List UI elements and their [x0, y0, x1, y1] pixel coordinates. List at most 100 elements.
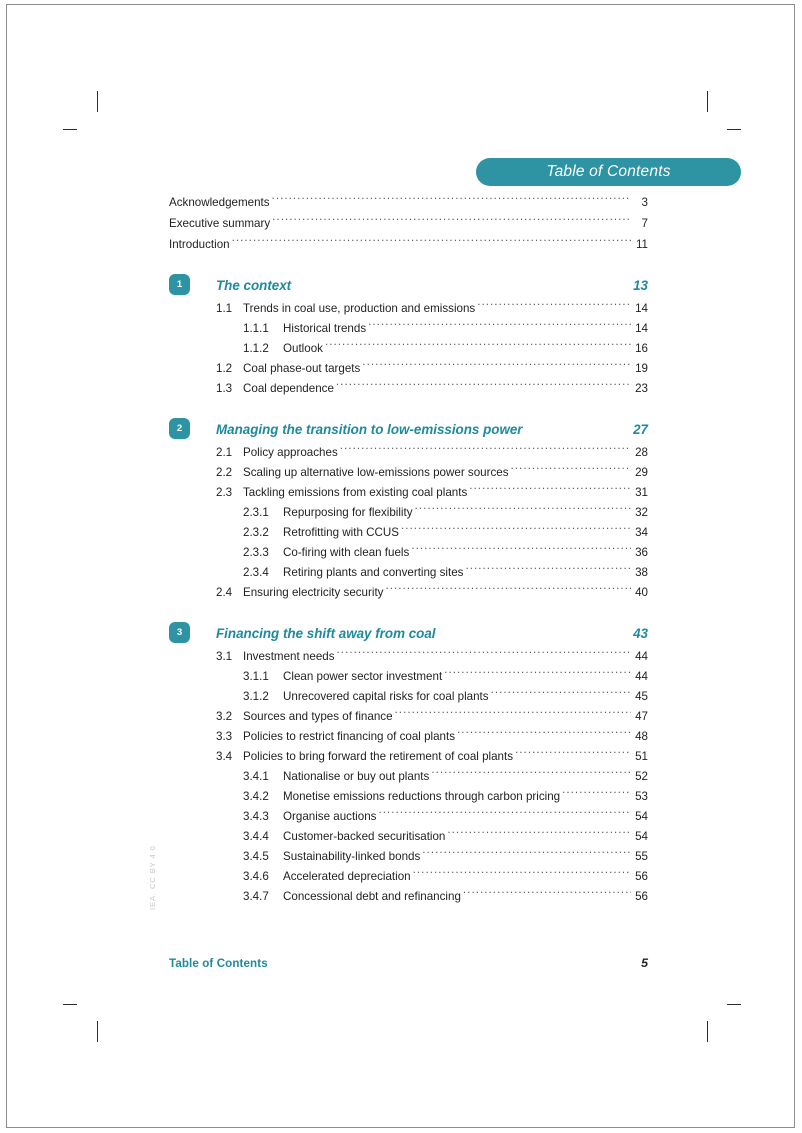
- toc-front-matter-entry[interactable]: Executive summary 7: [164, 214, 648, 234]
- toc-dot-leader: [469, 484, 631, 496]
- toc-section-entry[interactable]: 3.4.7 Concessional debt and refinancing 56: [164, 887, 648, 907]
- toc-dot-leader: [491, 688, 631, 700]
- toc-section-entry[interactable]: 2.3.3 Co-firing with clean fuels 36: [164, 543, 648, 563]
- toc-entry-page-number: 52: [635, 770, 648, 783]
- toc-entry-label: Concessional debt and refinancing: [283, 890, 461, 903]
- toc-entry-number: 3.4.7: [243, 890, 269, 903]
- toc-section-entry[interactable]: 3.4.1 Nationalise or buy out plants 52: [164, 767, 648, 787]
- toc-section-entry[interactable]: 2.3.4 Retiring plants and converting site…: [164, 563, 648, 583]
- toc-dot-leader: [272, 194, 631, 206]
- toc-entry-label: Coal phase-out targets: [243, 362, 361, 375]
- toc-section-entry[interactable]: 1.3 Coal dependence 23: [164, 379, 648, 399]
- toc-dot-leader: [444, 668, 631, 680]
- toc-entry-page-number: 32: [635, 506, 648, 519]
- toc-dot-leader: [395, 708, 631, 720]
- page-title: Table of Contents: [476, 158, 741, 186]
- toc-entry-number: 3.4.6: [243, 870, 269, 883]
- toc-dot-leader: [336, 380, 631, 392]
- toc-section-entry[interactable]: 3.4.3 Organise auctions 54: [164, 807, 648, 827]
- footer-page-number: 5: [641, 956, 648, 970]
- toc-section-entry[interactable]: 2.4 Ensuring electricity security 40: [164, 583, 648, 603]
- toc-dot-leader: [340, 444, 631, 456]
- toc-entry-label: Scaling up alternative low-emissions pow…: [243, 466, 509, 479]
- toc-section-entry[interactable]: 3.3 Policies to restrict financing of coa…: [164, 727, 648, 747]
- toc-section-entry[interactable]: 1.1.1 Historical trends 14: [164, 319, 648, 339]
- toc-entry-label: Sources and types of finance: [243, 710, 393, 723]
- toc-chapter-entry[interactable]: 3 Financing the shift away from coal 43: [164, 621, 648, 645]
- toc-section-entry[interactable]: 2.3.2 Retrofitting with CCUS 34: [164, 523, 648, 543]
- table-of-contents-list: Acknowledgements 3 Executive summary 7 Intro…: [164, 193, 648, 907]
- toc-entry-page-number: 54: [635, 810, 648, 823]
- toc-section-entry[interactable]: 1.1.2 Outlook 16: [164, 339, 648, 359]
- toc-entry-number: 2.3: [216, 486, 233, 499]
- toc-entry-page-number: 48: [635, 730, 648, 743]
- toc-dot-leader: [337, 648, 631, 660]
- toc-section-entry[interactable]: 3.4.2 Monetise emissions reductions throu…: [164, 787, 648, 807]
- toc-entry-number: 2.4: [216, 586, 233, 599]
- chapter-number-badge: 1: [169, 274, 190, 295]
- toc-section-entry[interactable]: 3.1.2 Unrecovered capital risks for coal …: [164, 687, 648, 707]
- toc-entry-label: Co-firing with clean fuels: [283, 546, 410, 559]
- toc-entry-label: Sustainability-linked bonds: [283, 850, 421, 863]
- toc-entry-label: Acknowledgements: [169, 196, 270, 209]
- toc-entry-label: Accelerated depreciation: [283, 870, 411, 883]
- toc-section-entry[interactable]: 3.1.1 Clean power sector investment 44: [164, 667, 648, 687]
- toc-section-entry[interactable]: 2.1 Policy approaches 28: [164, 443, 648, 463]
- toc-entry-label: Customer-backed securitisation: [283, 830, 446, 843]
- toc-entry-label: Ensuring electricity security: [243, 586, 384, 599]
- toc-chapter-entry[interactable]: 2 Managing the transition to low-emission…: [164, 417, 648, 441]
- toc-entry-page-number: 56: [635, 870, 648, 883]
- toc-dot-leader: [477, 300, 631, 312]
- toc-entry-number: 3.2: [216, 710, 233, 723]
- crop-mark-top-right-vertical: [707, 91, 708, 112]
- toc-entry-number: 1.1.1: [243, 322, 269, 335]
- toc-dot-leader: [447, 828, 631, 840]
- toc-entry-page-number: 14: [635, 322, 648, 335]
- toc-front-matter-entry[interactable]: Acknowledgements 3: [164, 193, 648, 213]
- toc-entry-number: 1.1: [216, 302, 233, 315]
- toc-entry-number: 3.4.4: [243, 830, 269, 843]
- toc-chapter-entry[interactable]: 1 The context 13: [164, 273, 648, 297]
- toc-entry-number: 1.2: [216, 362, 233, 375]
- toc-section-entry[interactable]: 3.4.5 Sustainability-linked bonds 55: [164, 847, 648, 867]
- toc-section-entry[interactable]: 3.1 Investment needs 44: [164, 647, 648, 667]
- toc-section-entry[interactable]: 2.3.1 Repurposing for flexibility 32: [164, 503, 648, 523]
- toc-dot-leader: [401, 524, 631, 536]
- toc-entry-label: Tackling emissions from existing coal pl…: [243, 486, 468, 499]
- toc-section-entry[interactable]: 1.2 Coal phase-out targets 19: [164, 359, 648, 379]
- toc-section-entry[interactable]: 1.1 Trends in coal use, production and em…: [164, 299, 648, 319]
- toc-entry-number: 2.1: [216, 446, 233, 459]
- toc-front-matter-entry[interactable]: Introduction 11: [164, 235, 648, 255]
- toc-entry-number: 2.2: [216, 466, 233, 479]
- toc-entry-number: 2.3.2: [243, 526, 269, 539]
- document-page: Table of Contents Acknowledgements 3 Execu…: [6, 4, 795, 1128]
- crop-mark-bottom-right-vertical: [707, 1021, 708, 1042]
- toc-section-entry[interactable]: 2.2 Scaling up alternative low-emissions …: [164, 463, 648, 483]
- toc-dot-leader: [385, 584, 631, 596]
- toc-section-entry[interactable]: 3.4.6 Accelerated depreciation 56: [164, 867, 648, 887]
- toc-entry-page-number: 7: [641, 217, 648, 230]
- toc-entry-page-number: 56: [635, 890, 648, 903]
- toc-entry-page-number: 31: [635, 486, 648, 499]
- toc-entry-label: Retrofitting with CCUS: [283, 526, 399, 539]
- toc-entry-number: 3.1: [216, 650, 233, 663]
- toc-section-entry[interactable]: 3.2 Sources and types of finance 47: [164, 707, 648, 727]
- toc-entry-label: Unrecovered capital risks for coal plant…: [283, 690, 489, 703]
- toc-entry-page-number: 19: [635, 362, 648, 375]
- toc-entry-page-number: 51: [635, 750, 648, 763]
- toc-entry-page-number: 40: [635, 586, 648, 599]
- toc-entry-number: 3.1.1: [243, 670, 269, 683]
- crop-mark-bottom-left-vertical: [97, 1021, 98, 1042]
- toc-entry-number: 2.3.4: [243, 566, 269, 579]
- toc-entry-number: 2.3.1: [243, 506, 269, 519]
- toc-entry-page-number: 28: [635, 446, 648, 459]
- toc-entry-number: 3.4: [216, 750, 233, 763]
- toc-entry-number: 3.4.5: [243, 850, 269, 863]
- toc-entry-page-number: 14: [635, 302, 648, 315]
- crop-mark-top-left-horizontal: [63, 129, 77, 130]
- toc-section-entry[interactable]: 3.4.4 Customer-backed securitisation 54: [164, 827, 648, 847]
- toc-section-entry[interactable]: 2.3 Tackling emissions from existing coal…: [164, 483, 648, 503]
- toc-entry-label: Repurposing for flexibility: [283, 506, 413, 519]
- toc-section-entry[interactable]: 3.4 Policies to bring forward the retirem…: [164, 747, 648, 767]
- toc-dot-leader: [378, 808, 631, 820]
